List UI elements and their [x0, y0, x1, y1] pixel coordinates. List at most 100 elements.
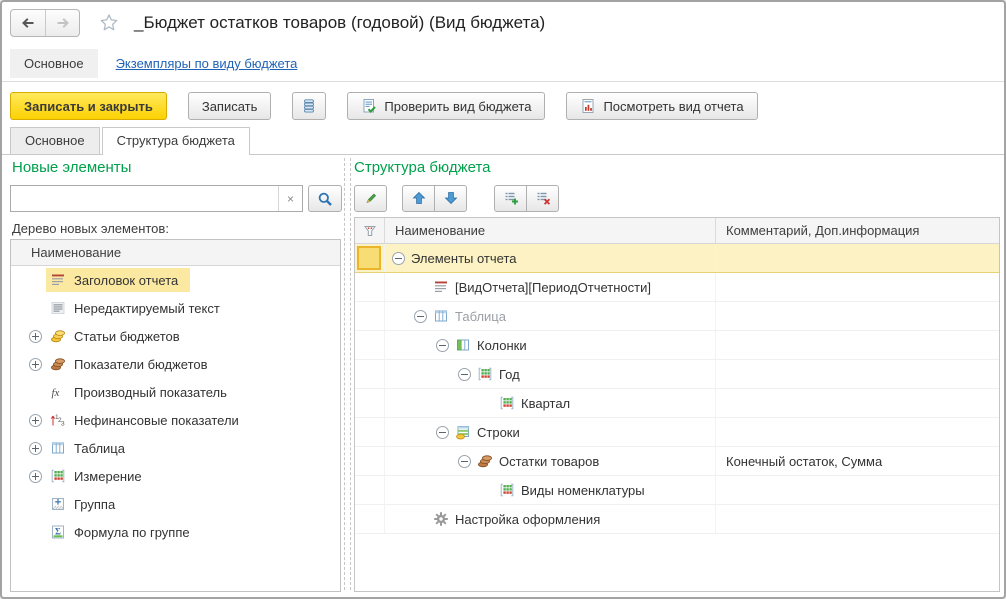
favorite-star-button[interactable] — [98, 12, 120, 34]
structure-row-label: Остатки товаров — [499, 454, 599, 469]
svg-text:Σ: Σ — [55, 527, 61, 537]
header-separator — [2, 81, 1004, 82]
expand-icon[interactable] — [29, 442, 42, 455]
left-tree-item-group[interactable]: Группа — [11, 490, 340, 518]
collapse-icon[interactable] — [436, 339, 449, 352]
coins-brown-icon — [477, 453, 493, 469]
collapse-icon[interactable] — [414, 310, 427, 323]
left-tree-item-static-text[interactable]: Нередактируемый текст — [11, 294, 340, 322]
name-column-header[interactable]: Наименование — [385, 218, 716, 243]
comment-column-header[interactable]: Комментарий, Доп.информация — [716, 218, 999, 243]
list-button[interactable] — [292, 92, 326, 120]
history-nav — [10, 9, 80, 37]
save-button[interactable]: Записать — [188, 92, 272, 120]
structure-row-comment — [716, 273, 999, 301]
structure-row-comment — [716, 360, 999, 388]
tab-budget-structure[interactable]: Структура бюджета — [102, 127, 250, 155]
check-budget-kind-button[interactable]: Проверить вид бюджета — [347, 92, 545, 120]
back-button[interactable] — [11, 10, 45, 36]
expand-icon[interactable] — [29, 470, 42, 483]
dimension-icon — [477, 366, 493, 382]
move-up-button[interactable] — [402, 185, 435, 212]
left-tree-column-header[interactable]: Наименование — [11, 240, 340, 266]
left-tree-item-dimension[interactable]: Измерение — [11, 462, 340, 490]
collapse-icon[interactable] — [436, 426, 449, 439]
panel-splitter[interactable] — [344, 158, 351, 590]
tree-add-button[interactable] — [494, 185, 527, 212]
structure-row-report-kind-period[interactable]: [ВидОтчета][ПериодОтчетности] — [355, 273, 999, 302]
link-instances-by-budget-kind[interactable]: Экземпляры по виду бюджета — [116, 56, 298, 71]
star-icon — [98, 12, 120, 34]
search-icon — [317, 191, 333, 207]
expand-icon[interactable] — [29, 358, 42, 371]
left-tree-item-report-title[interactable]: Заголовок отчета — [11, 266, 340, 294]
move-down-button[interactable] — [434, 185, 467, 212]
row-marker — [355, 389, 385, 417]
sigma-icon: Σ — [50, 524, 66, 540]
tree-remove-button[interactable] — [526, 185, 559, 212]
marker-column-header[interactable] — [355, 218, 385, 243]
tree-add-icon — [503, 190, 519, 206]
table-icon — [50, 440, 66, 456]
left-tree-item-group-formula[interactable]: Σ Формула по группе — [11, 518, 340, 546]
back-arrow-icon — [20, 15, 36, 31]
forward-arrow-icon — [55, 15, 71, 31]
view-report-kind-button[interactable]: Посмотреть вид отчета — [566, 92, 757, 120]
structure-row-table[interactable]: Таблица — [355, 302, 999, 331]
search-button[interactable] — [308, 185, 342, 212]
report-title-icon — [50, 272, 66, 288]
structure-row-nomenclature-kinds[interactable]: Виды номенклатуры — [355, 476, 999, 505]
left-tree-item-label: Нефинансовые показатели — [74, 413, 239, 428]
collapse-icon[interactable] — [458, 368, 471, 381]
search-input[interactable] — [11, 186, 278, 211]
tab-main[interactable]: Основное — [10, 127, 100, 154]
structure-row-comment — [716, 418, 999, 446]
budget-structure-tree: Наименование Комментарий, Доп.информация… — [354, 217, 1000, 592]
tree-remove-icon — [535, 190, 551, 206]
structure-row-goods-remainder[interactable]: Остатки товаров Конечный остаток, Сумма — [355, 447, 999, 476]
structure-row-label: Виды номенклатуры — [521, 483, 645, 498]
tab-strip: Основное Структура бюджета — [2, 126, 1004, 155]
app-window: _Бюджет остатков товаров (годовой) (Вид … — [0, 0, 1006, 599]
structure-row-label: Строки — [477, 425, 520, 440]
left-tree-item-budget-indicators[interactable]: Показатели бюджетов — [11, 350, 340, 378]
row-marker — [355, 447, 385, 475]
check-budget-kind-label: Проверить вид бюджета — [384, 99, 531, 114]
left-tree-item-nonfinancial-indicators[interactable]: 123 Нефинансовые показатели — [11, 406, 340, 434]
structure-row-rows[interactable]: Строки — [355, 418, 999, 447]
structure-row-comment — [716, 476, 999, 504]
structure-toolbar — [354, 184, 559, 212]
dimension-icon — [499, 482, 515, 498]
structure-row-label: Колонки — [477, 338, 527, 353]
dimension-icon — [499, 395, 515, 411]
left-tree-item-label: Таблица — [74, 441, 125, 456]
new-elements-tree-label: Дерево новых элементов: — [12, 221, 169, 236]
expand-icon[interactable] — [29, 414, 42, 427]
left-tree-item-derived-indicator[interactable]: fx Производный показатель — [11, 378, 340, 406]
forward-button[interactable] — [45, 10, 79, 36]
section-main[interactable]: Основное — [10, 49, 98, 78]
coins-yellow-icon — [50, 328, 66, 344]
svg-text:fx: fx — [52, 387, 60, 399]
left-tree-item-table[interactable]: Таблица — [11, 434, 340, 462]
expand-icon[interactable] — [29, 330, 42, 343]
search-clear-button[interactable]: × — [278, 186, 302, 211]
structure-row-quarter[interactable]: Квартал — [355, 389, 999, 418]
collapse-icon[interactable] — [458, 455, 471, 468]
table-rows-icon — [455, 424, 471, 440]
left-tree-item-budget-articles[interactable]: Статьи бюджетов — [11, 322, 340, 350]
edit-button[interactable] — [354, 185, 387, 212]
left-tree-item-label: Измерение — [74, 469, 142, 484]
collapse-icon[interactable] — [392, 252, 405, 265]
structure-row-appearance-settings[interactable]: Настройка оформления — [355, 505, 999, 534]
row-marker — [355, 273, 385, 301]
row-marker — [355, 360, 385, 388]
structure-row-report-elements[interactable]: Элементы отчета — [355, 244, 999, 273]
structure-row-year[interactable]: Год — [355, 360, 999, 389]
coins-brown-icon — [50, 356, 66, 372]
page-title: _Бюджет остатков товаров (годовой) (Вид … — [134, 13, 545, 33]
save-and-close-button[interactable]: Записать и закрыть — [10, 92, 167, 120]
structure-row-columns[interactable]: Колонки — [355, 331, 999, 360]
row-marker — [355, 418, 385, 446]
left-tree-item-label: Показатели бюджетов — [74, 357, 208, 372]
